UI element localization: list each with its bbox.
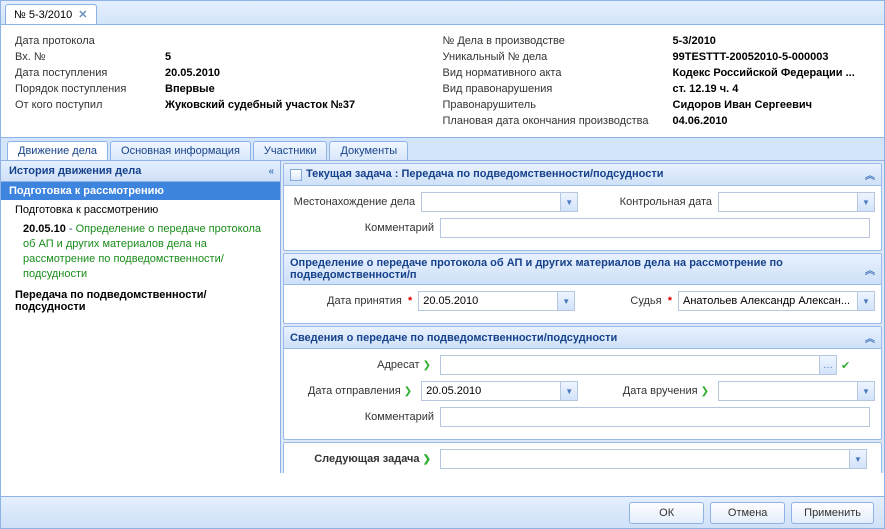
hdr-value: 04.06.2010 bbox=[673, 115, 728, 127]
hdr-value: 5-3/2010 bbox=[673, 35, 716, 47]
hdr-value: 5 bbox=[165, 51, 171, 63]
history-body: Подготовка к рассмотрению Подготовка к р… bbox=[1, 182, 280, 473]
entry-sep: - bbox=[66, 223, 76, 235]
hdr-value: Сидоров Иван Сергеевич bbox=[673, 99, 813, 111]
header-right-col: № Дела в производстве5-3/2010 Уникальный… bbox=[443, 35, 871, 131]
history-entry[interactable]: 20.05.10 - Определение о передаче проток… bbox=[1, 220, 280, 283]
footer-bar: ОК Отмена Применить bbox=[1, 496, 884, 528]
comment-input[interactable] bbox=[440, 218, 870, 238]
group-current-task: Текущая задача : Передача по подведомств… bbox=[283, 163, 882, 251]
label-transfer-comment: Комментарий bbox=[290, 411, 440, 423]
next-task-input[interactable] bbox=[440, 449, 850, 469]
form-panel: Текущая задача : Передача по подведомств… bbox=[281, 161, 884, 473]
history-title: История движения дела bbox=[9, 165, 141, 177]
group-decision: Определение о передаче протокола об АП и… bbox=[283, 253, 882, 324]
stage-item[interactable]: Подготовка к рассмотрению bbox=[1, 200, 280, 220]
hdr-label: Вид нормативного акта bbox=[443, 67, 673, 79]
group-header-current-task[interactable]: Текущая задача : Передача по подведомств… bbox=[284, 164, 881, 186]
hdr-label: Вид правонарушения bbox=[443, 83, 673, 95]
tab-movement[interactable]: Движение дела bbox=[7, 141, 108, 160]
label-judge: Судья * bbox=[575, 295, 678, 307]
calendar-icon[interactable]: ▼ bbox=[561, 381, 578, 401]
check-icon[interactable]: ✔ bbox=[841, 359, 850, 372]
document-tab-label: № 5-3/2010 bbox=[14, 9, 72, 21]
stage-selected[interactable]: Подготовка к рассмотрению bbox=[1, 182, 280, 200]
group-title: Сведения о передаче по подведомственност… bbox=[290, 332, 617, 344]
decision-date-input[interactable] bbox=[418, 291, 558, 311]
collapse-up-icon[interactable]: ︽ bbox=[865, 330, 875, 345]
hdr-label: От кого поступил bbox=[15, 99, 165, 111]
collapse-icon[interactable]: « bbox=[268, 166, 272, 177]
tab-documents[interactable]: Документы bbox=[329, 141, 408, 160]
group-title: Текущая задача : Передача по подведомств… bbox=[306, 168, 664, 180]
label-send-date: Дата отправления ❯ bbox=[290, 385, 421, 397]
hdr-label: Дата поступления bbox=[15, 67, 165, 79]
calendar-icon[interactable]: ▼ bbox=[558, 291, 575, 311]
label-control-date: Контрольная дата bbox=[613, 196, 718, 208]
main-area: История движения дела « Подготовка к рас… bbox=[1, 161, 884, 473]
judge-input[interactable] bbox=[678, 291, 858, 311]
group-header-transfer[interactable]: Сведения о передаче по подведомственност… bbox=[284, 327, 881, 349]
tab-main-info[interactable]: Основная информация bbox=[110, 141, 251, 160]
collapse-up-icon[interactable]: ︽ bbox=[865, 167, 875, 182]
hdr-value: ст. 12.19 ч. 4 bbox=[673, 83, 739, 95]
header-left-col: Дата протокола Вх. №5 Дата поступления20… bbox=[15, 35, 443, 131]
hdr-label: Вх. № bbox=[15, 51, 165, 63]
ok-button[interactable]: ОК bbox=[629, 502, 704, 524]
control-date-input[interactable] bbox=[718, 192, 858, 212]
hdr-label: Уникальный № дела bbox=[443, 51, 673, 63]
collapse-up-icon[interactable]: ︽ bbox=[865, 262, 875, 277]
addressee-input[interactable] bbox=[440, 355, 820, 375]
document-icon bbox=[290, 169, 302, 181]
label-next-task: Следующая задача ❯ bbox=[290, 453, 440, 465]
cancel-button[interactable]: Отмена bbox=[710, 502, 785, 524]
history-header: История движения дела « bbox=[1, 161, 280, 182]
transfer-comment-input[interactable] bbox=[440, 407, 870, 427]
dropdown-icon[interactable]: ▼ bbox=[561, 192, 578, 212]
close-icon[interactable]: ✕ bbox=[78, 8, 87, 21]
dropdown-icon[interactable]: ▼ bbox=[858, 291, 875, 311]
hdr-value: Кодекс Российской Федерации ... bbox=[673, 67, 855, 79]
receive-date-input[interactable] bbox=[718, 381, 858, 401]
tab-participants[interactable]: Участники bbox=[253, 141, 328, 160]
label-comment: Комментарий bbox=[290, 222, 440, 234]
hdr-value: Жуковский судебный участок №37 bbox=[165, 99, 355, 111]
document-tab-bar: № 5-3/2010 ✕ bbox=[1, 1, 884, 25]
calendar-icon[interactable]: ▼ bbox=[858, 192, 875, 212]
label-decision-date: Дата принятия * bbox=[290, 295, 418, 307]
group-next-task: Следующая задача ❯ ▼ bbox=[283, 442, 882, 473]
document-tab[interactable]: № 5-3/2010 ✕ bbox=[5, 4, 97, 24]
dropdown-icon[interactable]: ▼ bbox=[850, 449, 867, 469]
location-input[interactable] bbox=[421, 192, 561, 212]
label-receive-date: Дата вручения ❯ bbox=[613, 385, 718, 397]
calendar-icon[interactable]: ▼ bbox=[858, 381, 875, 401]
entry-date: 20.05.10 bbox=[23, 223, 66, 235]
hdr-label: № Дела в производстве bbox=[443, 35, 673, 47]
apply-button[interactable]: Применить bbox=[791, 502, 874, 524]
group-header-decision[interactable]: Определение о передаче протокола об АП и… bbox=[284, 254, 881, 285]
group-transfer: Сведения о передаче по подведомственност… bbox=[283, 326, 882, 440]
history-panel: История движения дела « Подготовка к рас… bbox=[1, 161, 281, 473]
hdr-label: Порядок поступления bbox=[15, 83, 165, 95]
hdr-label: Плановая дата окончания производства bbox=[443, 115, 673, 127]
hdr-value: Впервые bbox=[165, 83, 215, 95]
ellipsis-icon[interactable]: … bbox=[820, 355, 837, 375]
hdr-value: 99TESTTT-20052010-5-000003 bbox=[673, 51, 829, 63]
group-title: Определение о передаче протокола об АП и… bbox=[290, 257, 865, 281]
send-date-input[interactable] bbox=[421, 381, 561, 401]
stage-item-current[interactable]: Передача по подведомственности/подсуднос… bbox=[1, 283, 280, 317]
label-addressee: Адресат ❯ bbox=[290, 359, 440, 371]
tab-strip: Движение дела Основная информация Участн… bbox=[1, 137, 884, 161]
case-header: Дата протокола Вх. №5 Дата поступления20… bbox=[1, 25, 884, 137]
label-location: Местонахождение дела bbox=[290, 196, 421, 208]
hdr-label: Дата протокола bbox=[15, 35, 165, 47]
hdr-value: 20.05.2010 bbox=[165, 67, 220, 79]
hdr-label: Правонарушитель bbox=[443, 99, 673, 111]
